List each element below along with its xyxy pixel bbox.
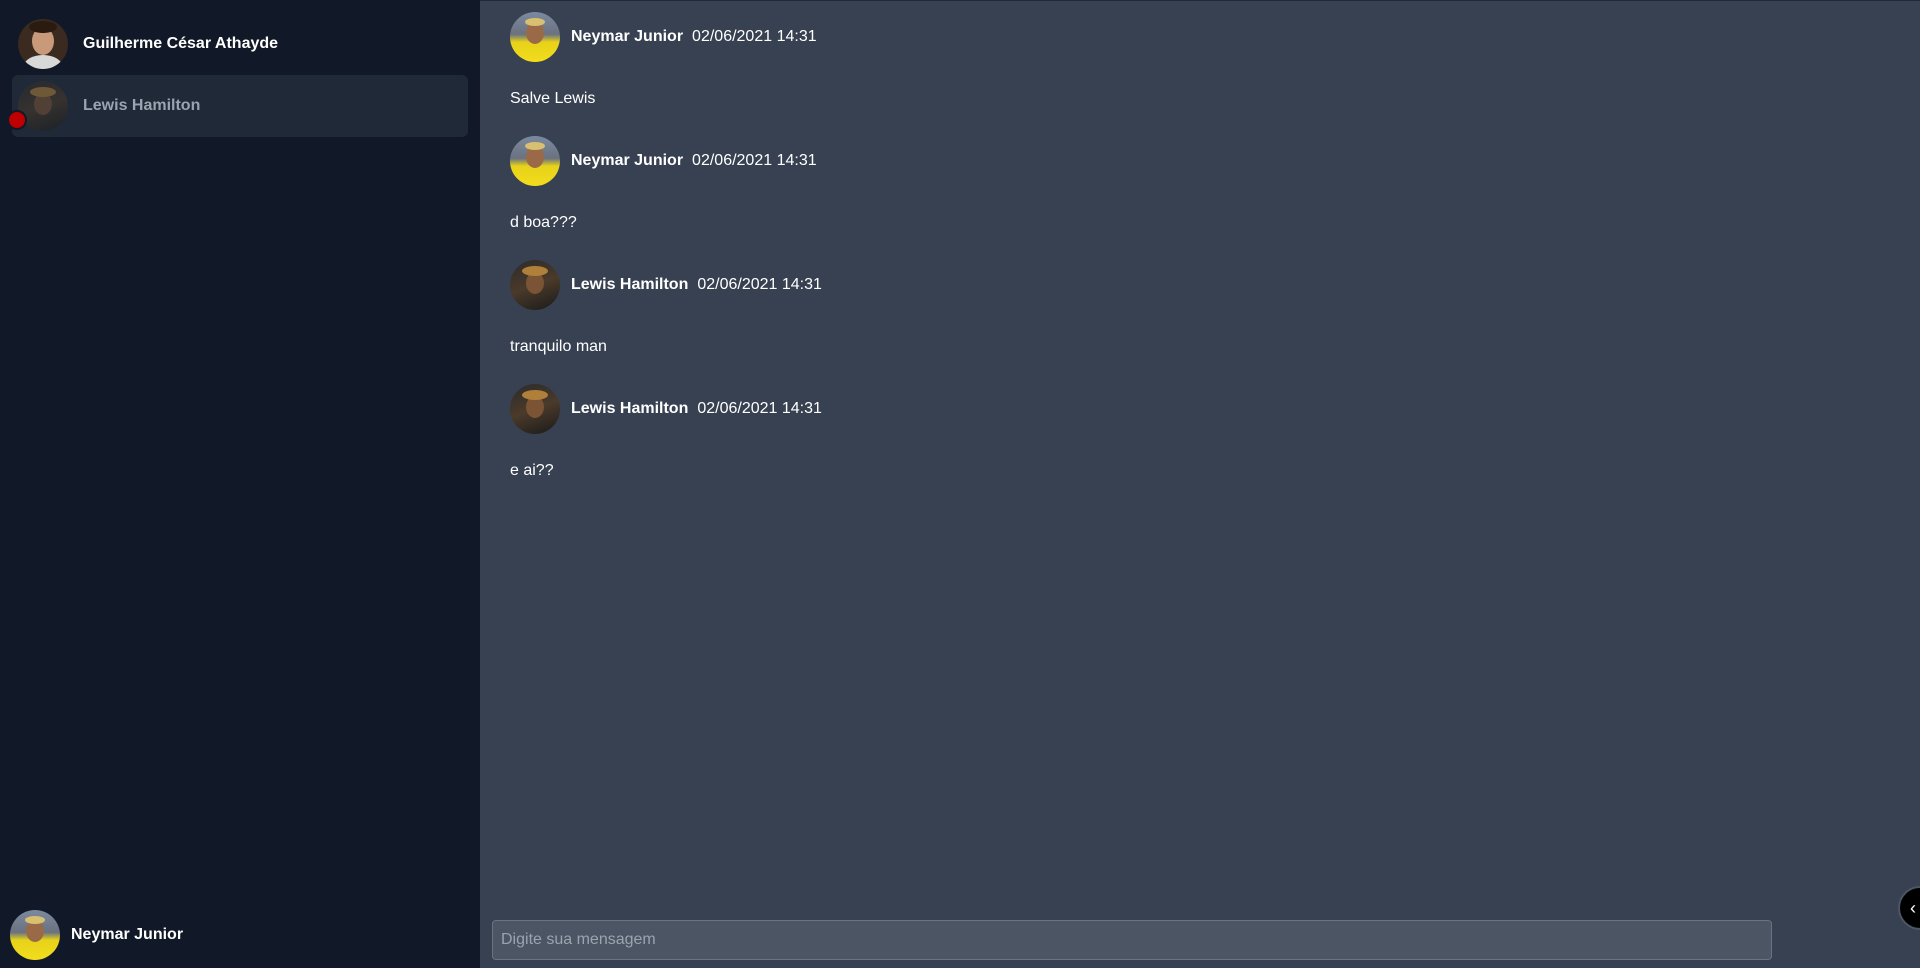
message-text: tranquilo man xyxy=(510,338,607,355)
message-text: e ai?? xyxy=(510,462,554,479)
message-input[interactable] xyxy=(492,920,1772,960)
message-header: Neymar Junior 02/06/2021 14:31 xyxy=(510,136,1810,186)
lewis-avatar xyxy=(510,384,560,434)
message-list: Neymar Junior 02/06/2021 14:31 Salve Lew… xyxy=(510,12,1810,508)
chat-panel: Neymar Junior 02/06/2021 14:31 Salve Lew… xyxy=(480,0,1920,968)
message-author: Lewis Hamilton xyxy=(571,276,689,293)
chevron-left-icon: ‹ xyxy=(1910,897,1916,918)
guilherme-avatar xyxy=(18,19,68,69)
collapse-button[interactable]: ‹ xyxy=(1898,886,1920,930)
message: Neymar Junior 02/06/2021 14:31 Salve Lew… xyxy=(510,12,1810,136)
message-timestamp: 02/06/2021 14:31 xyxy=(692,152,817,169)
contact-item-lewis[interactable]: Lewis Hamilton xyxy=(7,75,468,137)
message-header: Lewis Hamilton 02/06/2021 14:31 xyxy=(510,384,1810,434)
neymar-avatar xyxy=(10,910,60,960)
chat-app: Guilherme César Athayde Lewis Hamilton N… xyxy=(0,0,1920,968)
message-timestamp: 02/06/2021 14:31 xyxy=(697,400,822,417)
message: Lewis Hamilton 02/06/2021 14:31 e ai?? xyxy=(510,384,1810,508)
current-user: Neymar Junior xyxy=(10,910,183,960)
message-header: Neymar Junior 02/06/2021 14:31 xyxy=(510,12,1810,62)
unread-indicator-icon xyxy=(7,110,27,130)
message-author: Neymar Junior xyxy=(571,152,684,169)
lewis-avatar xyxy=(510,260,560,310)
message: Neymar Junior 02/06/2021 14:31 d boa??? xyxy=(510,136,1810,260)
message-author: Lewis Hamilton xyxy=(571,400,689,417)
contact-name: Guilherme César Athayde xyxy=(83,35,279,52)
message-timestamp: 02/06/2021 14:31 xyxy=(692,28,817,45)
message-author: Neymar Junior xyxy=(571,28,684,45)
neymar-avatar xyxy=(510,136,560,186)
contact-name: Lewis Hamilton xyxy=(83,97,201,114)
message-text: Salve Lewis xyxy=(510,90,596,107)
message-timestamp: 02/06/2021 14:31 xyxy=(697,276,822,293)
message-header: Lewis Hamilton 02/06/2021 14:31 xyxy=(510,260,1810,310)
message: Lewis Hamilton 02/06/2021 14:31 tranquil… xyxy=(510,260,1810,384)
current-user-name: Neymar Junior xyxy=(71,926,184,943)
neymar-avatar xyxy=(510,12,560,62)
message-text: d boa??? xyxy=(510,214,577,231)
contact-item-guilherme[interactable]: Guilherme César Athayde xyxy=(12,13,468,75)
sidebar: Guilherme César Athayde Lewis Hamilton N… xyxy=(0,0,480,968)
